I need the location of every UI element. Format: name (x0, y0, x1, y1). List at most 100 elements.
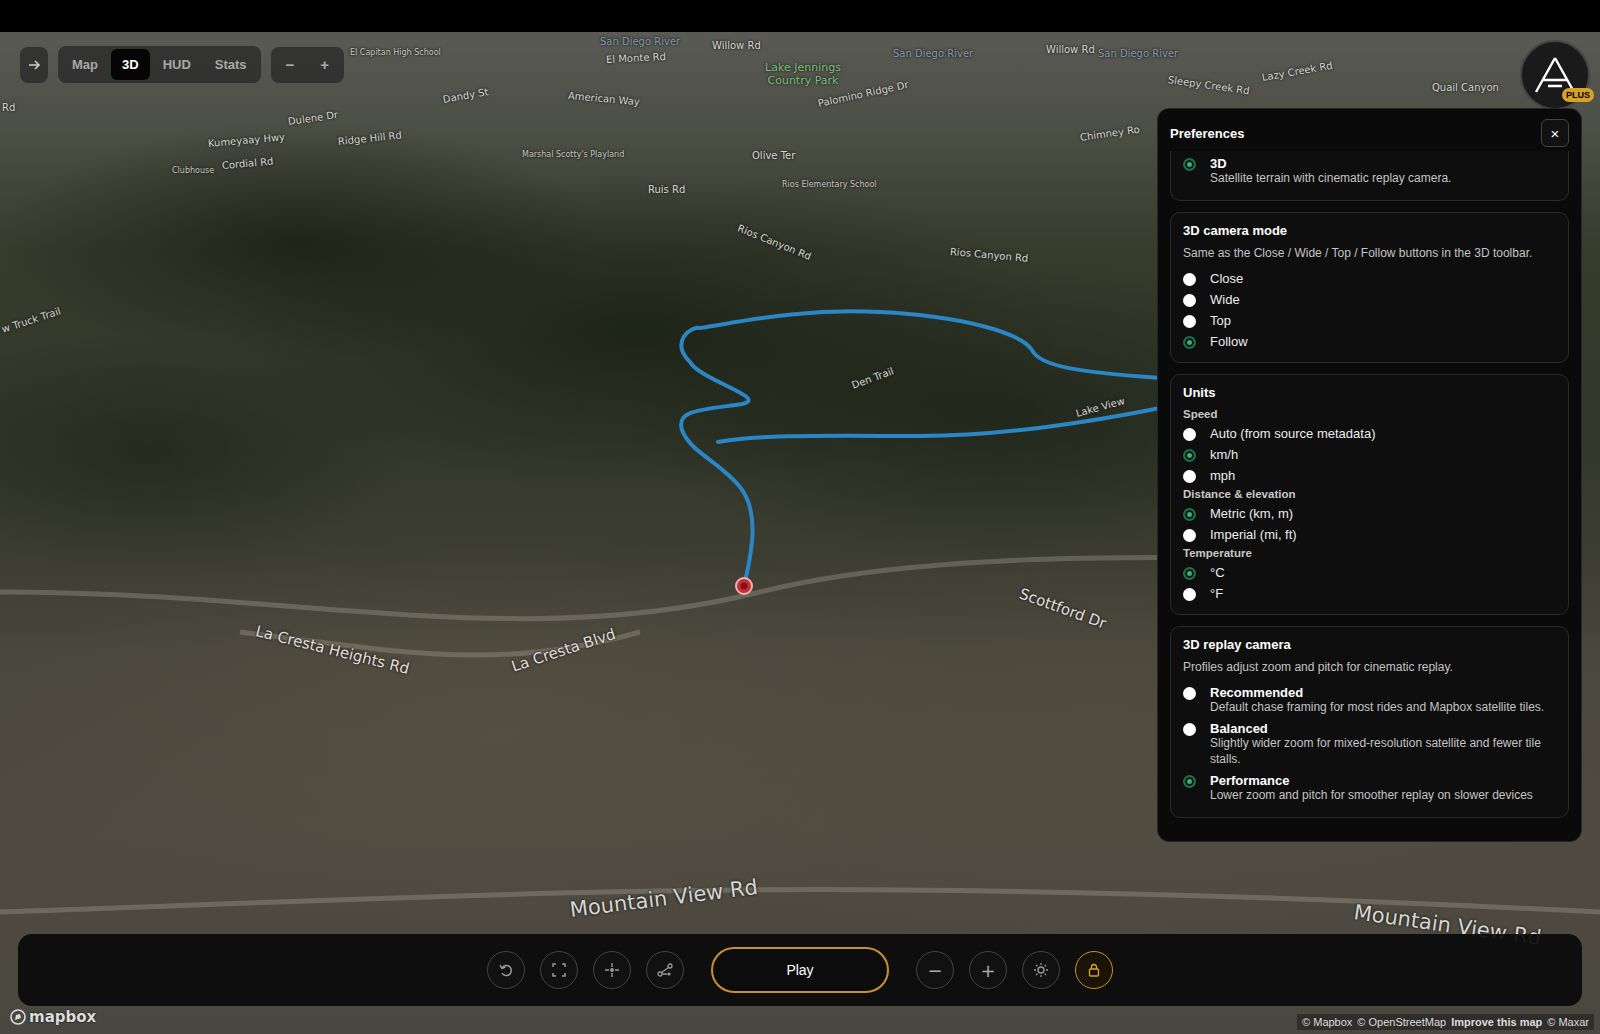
radio-option[interactable]: Metric (km, m) (1183, 503, 1556, 524)
lock-button[interactable] (1075, 951, 1113, 989)
option-label: °C (1210, 565, 1225, 580)
radio-option[interactable]: RecommendedDefault chase framing for mos… (1183, 682, 1556, 719)
option-label: Auto (from source metadata) (1210, 426, 1375, 441)
fullscreen-icon (551, 962, 567, 978)
radio-option[interactable]: Imperial (mi, ft) (1183, 524, 1556, 545)
back-button[interactable] (20, 47, 48, 83)
view-tab[interactable]: Map (61, 49, 109, 80)
panel-header: Preferences× (1158, 109, 1581, 151)
crosshair-icon (604, 962, 620, 978)
group-label: Speed (1183, 408, 1556, 420)
speed-button[interactable]: + (969, 951, 1007, 989)
zoom-button[interactable]: − (274, 50, 307, 80)
map-label: Ruis Rd (648, 184, 685, 195)
radio-button[interactable] (1183, 508, 1196, 521)
map-label: San Diego River (600, 36, 680, 47)
radio-button[interactable] (1183, 588, 1196, 601)
option-text: Wide (1210, 292, 1240, 307)
radio-button[interactable] (1183, 687, 1196, 700)
route-line (681, 311, 1160, 586)
radio-button[interactable] (1183, 529, 1196, 542)
recenter-button[interactable] (593, 951, 631, 989)
option-text: mph (1210, 468, 1235, 483)
attribution-link[interactable]: © OpenStreetMap (1357, 1016, 1446, 1028)
card-description: Profiles adjust zoom and pitch for cinem… (1183, 660, 1556, 674)
brand-text: mapbox (29, 1008, 96, 1026)
attribution: © Mapbox © OpenStreetMap Improve this map ©… (1297, 1014, 1594, 1030)
radio-button[interactable] (1183, 470, 1196, 483)
option-label: Metric (km, m) (1210, 506, 1293, 521)
map-canvas[interactable]: RdClubhouseKumeyaay HwyCordial RdDulene … (0, 32, 1600, 1034)
radio-option[interactable]: 3DSatellite terrain with cinematic repla… (1183, 153, 1556, 190)
app-window: RdClubhouseKumeyaay HwyCordial RdDulene … (0, 0, 1600, 1034)
radio-option[interactable]: PerformanceLower zoom and pitch for smoo… (1183, 770, 1556, 807)
radio-option[interactable]: °F (1183, 583, 1556, 604)
undo-icon (498, 962, 514, 978)
radio-option[interactable]: mph (1183, 465, 1556, 486)
radio-button[interactable] (1183, 158, 1196, 171)
route-button[interactable] (646, 951, 684, 989)
play-button[interactable]: Play (711, 947, 889, 993)
option-label: Follow (1210, 334, 1248, 349)
radio-option[interactable]: Wide (1183, 289, 1556, 310)
marker-core (741, 583, 748, 590)
panel-body: 3DSatellite terrain with cinematic repla… (1158, 151, 1581, 841)
map-label: Rios Elementary School (782, 180, 877, 189)
mapbox-logo[interactable]: mapbox (10, 1008, 96, 1026)
attribution-link[interactable]: © Maxar (1547, 1016, 1589, 1028)
radio-option[interactable]: °C (1183, 562, 1556, 583)
view-tab[interactable]: Stats (204, 49, 258, 80)
radio-button[interactable] (1183, 428, 1196, 441)
fullscreen-button[interactable] (540, 951, 578, 989)
radio-button[interactable] (1183, 294, 1196, 307)
close-button[interactable]: × (1541, 119, 1569, 147)
view-tab[interactable]: 3D (111, 49, 150, 80)
position-marker[interactable] (736, 578, 752, 594)
option-label: Close (1210, 271, 1243, 286)
radio-button[interactable] (1183, 315, 1196, 328)
map-label: San Diego River (1098, 48, 1178, 59)
plus-badge: PLUS (1562, 88, 1594, 102)
option-group: Distance & elevationMetric (km, m)Imperi… (1183, 488, 1556, 545)
radio-button[interactable] (1183, 723, 1196, 736)
radio-option[interactable]: BalancedSlightly wider zoom for mixed-re… (1183, 718, 1556, 770)
option-text: km/h (1210, 447, 1238, 462)
view-tab[interactable]: HUD (152, 49, 202, 80)
radio-option[interactable]: km/h (1183, 444, 1556, 465)
option-text: °C (1210, 565, 1225, 580)
playback-bar: Play−+ (18, 934, 1582, 1006)
card-title: 3D camera mode (1183, 223, 1556, 238)
attribution-link[interactable]: © Mapbox (1302, 1016, 1352, 1028)
radio-option[interactable]: Follow (1183, 331, 1556, 352)
lock-icon (1086, 962, 1102, 978)
rewind-button[interactable] (487, 951, 525, 989)
option-group: RecommendedDefault chase framing for mos… (1183, 682, 1556, 807)
option-group: Speed Auto (from source metadata) km/h mph (1183, 408, 1556, 486)
radio-option[interactable]: Top (1183, 310, 1556, 331)
app-logo[interactable]: PLUS (1520, 40, 1590, 110)
card-title: Units (1183, 385, 1556, 400)
radio-button[interactable] (1183, 567, 1196, 580)
option-label: km/h (1210, 447, 1238, 462)
radio-button[interactable] (1183, 273, 1196, 286)
option-text: 3DSatellite terrain with cinematic repla… (1210, 156, 1451, 187)
settings-card: 3D replay cameraProfiles adjust zoom and… (1170, 626, 1569, 818)
sun-icon (1033, 962, 1049, 978)
radio-button[interactable] (1183, 336, 1196, 349)
radio-button[interactable] (1183, 449, 1196, 462)
option-label: Recommended (1210, 685, 1544, 700)
radio-option[interactable]: Close (1183, 268, 1556, 289)
settings-button[interactable] (1022, 951, 1060, 989)
option-label: 3D (1210, 156, 1451, 171)
option-text: PerformanceLower zoom and pitch for smoo… (1210, 773, 1533, 804)
option-description: Slightly wider zoom for mixed-resolution… (1210, 736, 1556, 767)
radio-option[interactable]: Auto (from source metadata) (1183, 423, 1556, 444)
option-label: °F (1210, 586, 1223, 601)
attribution-link[interactable]: Improve this map (1451, 1016, 1542, 1028)
zoom-button[interactable]: + (308, 50, 341, 80)
option-label: Balanced (1210, 721, 1556, 736)
radio-button[interactable] (1183, 775, 1196, 788)
option-description: Lower zoom and pitch for smoother replay… (1210, 788, 1533, 804)
card-description: Same as the Close / Wide / Top / Follow … (1183, 246, 1556, 260)
speed-button[interactable]: − (916, 951, 954, 989)
